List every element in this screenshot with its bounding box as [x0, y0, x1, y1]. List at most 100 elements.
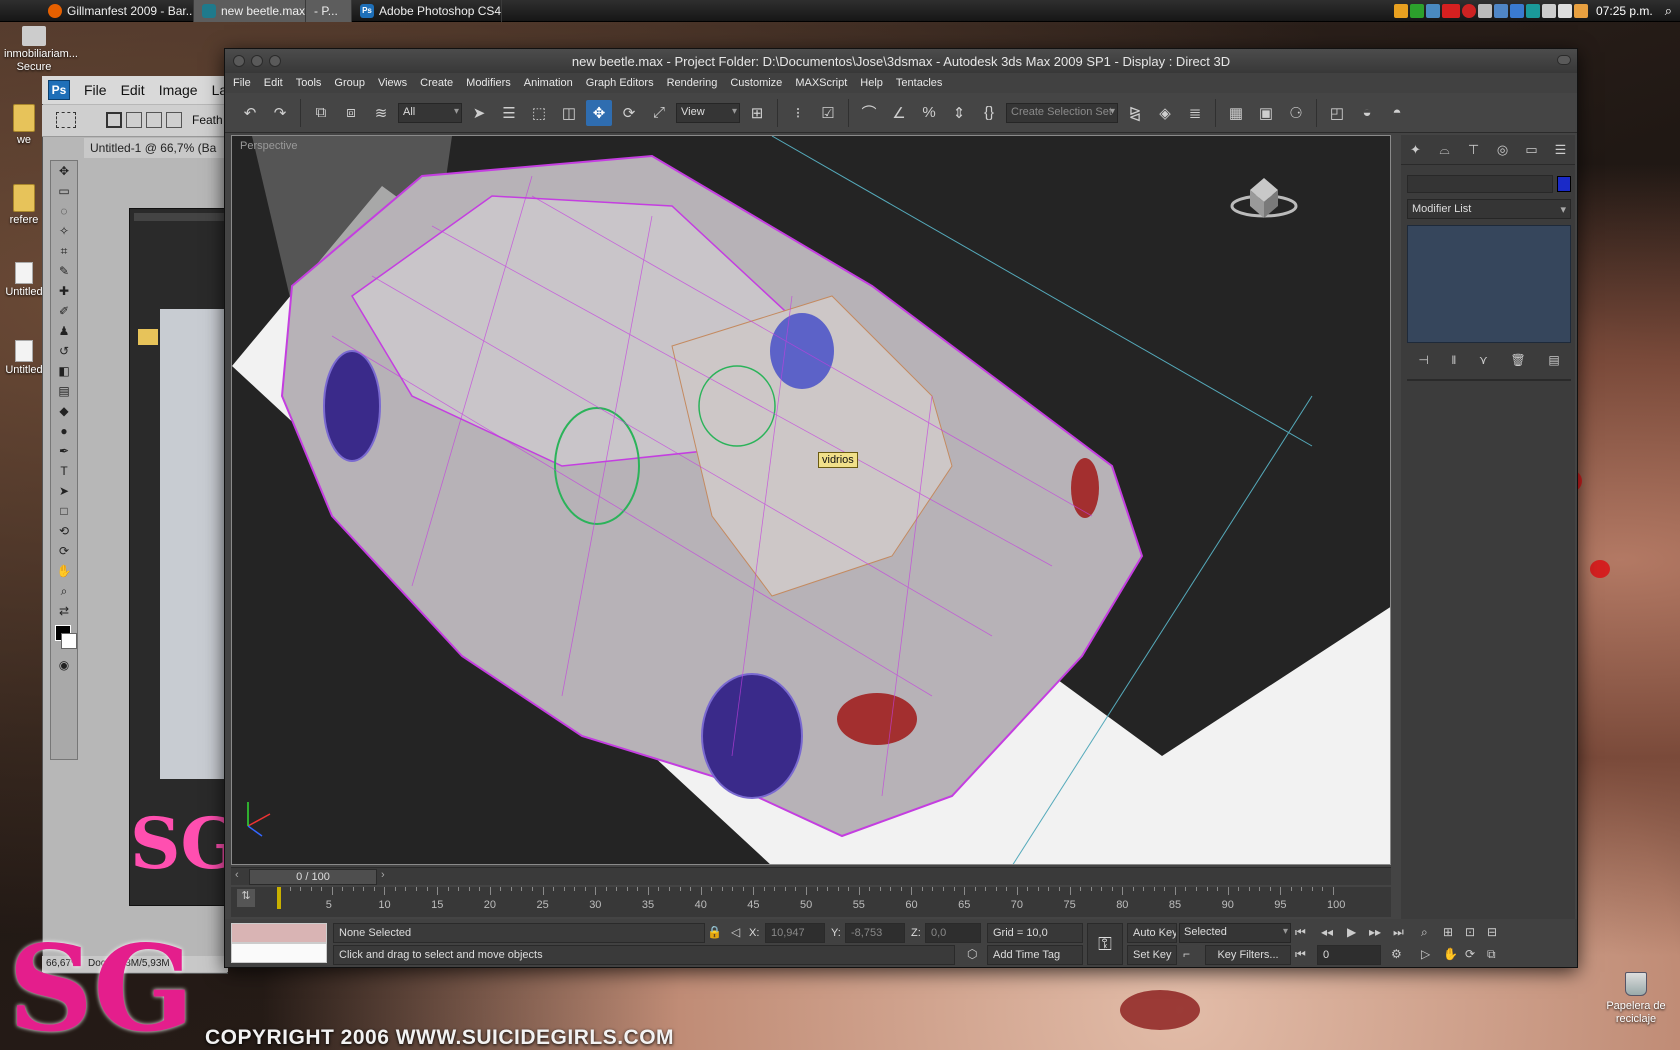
taskbar-tab-photoshop[interactable]: Ps Adobe Photoshop CS4... [352, 0, 502, 22]
quick-mask-icon[interactable]: ◉ [51, 655, 77, 675]
edit-named-selection-icon[interactable]: {} [976, 100, 1002, 126]
absolute-mode-icon[interactable]: ◁ [731, 925, 740, 939]
menu-tools[interactable]: Tools [296, 77, 322, 89]
select-by-name-icon[interactable]: ☰ [496, 100, 522, 126]
material-editor-icon[interactable]: ⚆ [1283, 100, 1309, 126]
3dsmax-window[interactable]: new beetle.max - Project Folder: D:\Docu… [224, 48, 1578, 968]
tray-icon[interactable] [1478, 4, 1493, 18]
object-color-swatch[interactable] [1557, 176, 1571, 192]
goto-start-icon[interactable]: ⏮ [1295, 925, 1306, 940]
menu-views[interactable]: Views [378, 77, 407, 89]
next-frame-icon[interactable]: › [381, 869, 385, 881]
keyboard-shortcut-icon[interactable]: ⁝ [785, 100, 811, 126]
previous-frame-icon[interactable]: ◂◂ [1321, 925, 1333, 939]
goto-end-icon[interactable]: ⏭ [1393, 925, 1404, 940]
tray-icon[interactable] [1394, 4, 1409, 18]
menu-file[interactable]: File [233, 77, 251, 89]
path-select-icon[interactable]: ➤ [51, 481, 77, 501]
ati-icon[interactable] [1442, 4, 1461, 18]
current-frame-input[interactable]: 0 [1317, 945, 1381, 965]
curve-editor-icon[interactable]: ▦ [1223, 100, 1249, 126]
viewcube-icon[interactable] [1230, 178, 1298, 218]
desktop-icon-folder[interactable]: refere [4, 184, 44, 227]
photoshop-doc-tab[interactable]: Untitled-1 @ 66,7% (Ba [84, 138, 228, 158]
named-selection-dropdown[interactable]: Create Selection Set [1006, 102, 1118, 123]
volume-icon[interactable] [1558, 4, 1573, 18]
pan-view-icon[interactable]: ✋ [1443, 947, 1458, 961]
timeline-ruler[interactable]: ⇅ 5 10 15 20 25 30 35 40 45 50 55 60 65 70 75 80 85 90 95 1… [231, 887, 1391, 917]
menu-animation[interactable]: Animation [524, 77, 573, 89]
modifier-list-dropdown[interactable]: Modifier List [1407, 199, 1571, 219]
zoom-all-icon[interactable]: ⊞ [1443, 925, 1453, 939]
menu-group[interactable]: Group [334, 77, 365, 89]
modify-tab-icon[interactable]: ⌓ [1434, 139, 1456, 161]
zoom-extents-all-icon[interactable]: ⊟ [1487, 925, 1497, 939]
ps-menu-file[interactable]: File [84, 82, 107, 98]
time-configuration-icon[interactable]: ⚙ [1391, 947, 1402, 961]
ps-menu-image[interactable]: Image [159, 82, 198, 98]
intersect-selection-icon[interactable] [166, 112, 182, 128]
prev-frame-icon[interactable]: ‹ [235, 869, 239, 881]
add-selection-icon[interactable] [126, 112, 142, 128]
undo-icon[interactable]: ↶ [237, 100, 263, 126]
field-of-view-icon[interactable]: ▷ [1421, 947, 1430, 961]
stamp-tool-icon[interactable]: ♟ [51, 321, 77, 341]
show-end-result-icon[interactable]: ‖ [1451, 353, 1456, 367]
taskbar-tab-3dsmax[interactable]: new beetle.max [194, 0, 306, 22]
marquee-tool-icon[interactable]: ▭ [51, 181, 77, 201]
history-brush-icon[interactable]: ↺ [51, 341, 77, 361]
marquee-icon[interactable] [56, 112, 76, 128]
menu-help[interactable]: Help [860, 77, 883, 89]
lock-selection-icon[interactable]: 🔒 [707, 925, 722, 939]
desktop-icon-network[interactable]: inmobiliariam... Secure [4, 26, 78, 74]
tray-icon[interactable] [1542, 4, 1557, 18]
eyedropper-icon[interactable]: ✎ [51, 261, 77, 281]
key-mode-dropdown[interactable]: Selected [1179, 923, 1291, 943]
curve-editor-mini-icon[interactable]: ⇅ [237, 889, 255, 907]
remove-modifier-icon[interactable]: 🗑 [1510, 353, 1525, 367]
y-coord-input[interactable]: -8,753 [845, 923, 905, 943]
add-time-tag-button[interactable]: Add Time Tag [987, 945, 1083, 965]
tray-icon[interactable] [1510, 4, 1525, 18]
gradient-tool-icon[interactable]: ▤ [51, 381, 77, 401]
healing-brush-icon[interactable]: ✚ [51, 281, 77, 301]
lasso-tool-icon[interactable]: ◌ [51, 201, 77, 221]
select-and-scale-icon[interactable]: ⤢ [646, 100, 672, 126]
maximize-viewport-icon[interactable]: ⧉ [1487, 947, 1496, 962]
color-swatches[interactable] [51, 621, 77, 655]
pen-tool-icon[interactable]: ✒ [51, 441, 77, 461]
select-object-icon[interactable]: ➤ [466, 100, 492, 126]
zoom-extents-icon[interactable]: ⊡ [1465, 925, 1475, 939]
play-icon[interactable]: ▶ [1347, 925, 1356, 939]
blur-tool-icon[interactable]: ◆ [51, 401, 77, 421]
mirror-icon[interactable]: ⧎ [1122, 100, 1148, 126]
tray-icon[interactable] [1410, 4, 1425, 18]
3d-orbit-icon[interactable]: ⟳ [51, 541, 77, 561]
select-and-move-icon[interactable]: ✥ [586, 99, 612, 126]
rect-selection-icon[interactable]: ⬚ [526, 100, 552, 126]
manipulate-icon[interactable]: ☑ [815, 100, 841, 126]
3dsmax-titlebar[interactable]: new beetle.max - Project Folder: D:\Docu… [225, 49, 1577, 73]
key-mode-toggle-icon[interactable]: ⏮ [1295, 947, 1306, 962]
angle-snap-icon[interactable]: ∠ [886, 100, 912, 126]
background-color[interactable] [61, 633, 77, 649]
key-filters-button[interactable]: Key Filters... [1205, 945, 1291, 965]
maxscript-listener-white[interactable] [231, 943, 327, 963]
next-frame-icon[interactable]: ▸▸ [1369, 925, 1381, 939]
select-and-link-icon[interactable]: ⧉ [308, 100, 334, 126]
x-coord-input[interactable]: 10,947 [765, 923, 825, 943]
desktop-icon-folder[interactable]: we [4, 104, 44, 147]
zoom-tool-icon[interactable]: ⌕ [51, 581, 77, 601]
layer-manager-icon[interactable]: ≣ [1182, 100, 1208, 126]
hierarchy-tab-icon[interactable]: ⊤ [1463, 139, 1485, 161]
menu-customize[interactable]: Customize [730, 77, 782, 89]
hand-tool-icon[interactable]: ✋ [51, 561, 77, 581]
configure-modifier-sets-icon[interactable]: ▤ [1548, 353, 1559, 367]
toolbar-toggle-button[interactable] [1557, 55, 1571, 65]
bind-space-warp-icon[interactable]: ≋ [368, 100, 394, 126]
tray-icon[interactable] [1426, 4, 1441, 18]
object-name-field[interactable] [1407, 175, 1553, 193]
tray-icon[interactable] [1462, 4, 1477, 18]
pin-stack-icon[interactable]: ⊣ [1418, 353, 1428, 367]
display-tab-icon[interactable]: ▭ [1521, 139, 1543, 161]
